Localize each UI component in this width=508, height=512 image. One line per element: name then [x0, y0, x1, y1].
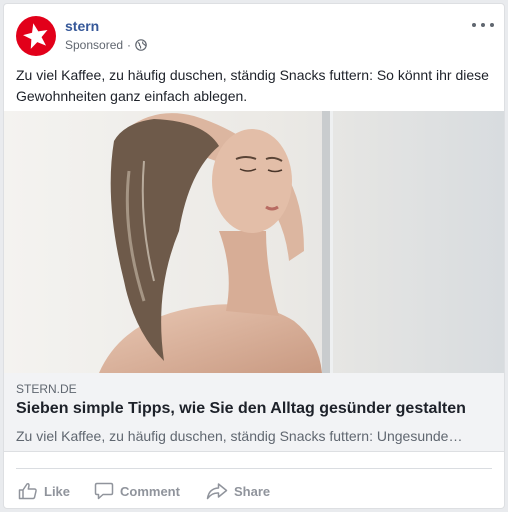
comment-bubble-icon: [94, 482, 114, 500]
link-preview[interactable]: STERN.DE Sieben simple Tipps, wie Sie de…: [4, 373, 504, 452]
like-button[interactable]: Like: [18, 481, 70, 501]
share-button[interactable]: Share: [206, 481, 270, 501]
star-icon: [23, 23, 48, 49]
separator-dot: ·: [127, 38, 132, 52]
action-bar: Like Comment Share: [16, 468, 492, 512]
post-header: stern Sponsored ·: [16, 16, 494, 56]
share-label: Share: [234, 483, 271, 499]
stern-logo-avatar[interactable]: [16, 16, 56, 56]
sponsored-label[interactable]: Sponsored: [65, 38, 123, 52]
comment-label: Comment: [120, 483, 180, 499]
globe-icon[interactable]: [135, 39, 147, 51]
link-domain: STERN.DE: [16, 382, 77, 396]
like-label: Like: [44, 483, 71, 499]
link-headline[interactable]: Sieben simple Tipps, wie Sie den Alltag …: [16, 400, 466, 418]
thumbs-up-icon: [18, 482, 37, 500]
share-arrow-icon: [206, 483, 228, 500]
sponsored-post-card: stern Sponsored · Zu viel Kaffee, zu häu…: [3, 3, 505, 509]
comment-button[interactable]: Comment: [94, 481, 180, 501]
post-meta: Sponsored ·: [65, 38, 147, 52]
more-options-icon[interactable]: [472, 18, 494, 32]
page-name-link[interactable]: stern: [65, 18, 99, 34]
link-description: Zu viel Kaffee, zu häufig duschen, ständ…: [16, 428, 463, 444]
post-text: Zu viel Kaffee, zu häufig duschen, ständ…: [16, 67, 489, 104]
link-preview-image[interactable]: [4, 111, 504, 373]
